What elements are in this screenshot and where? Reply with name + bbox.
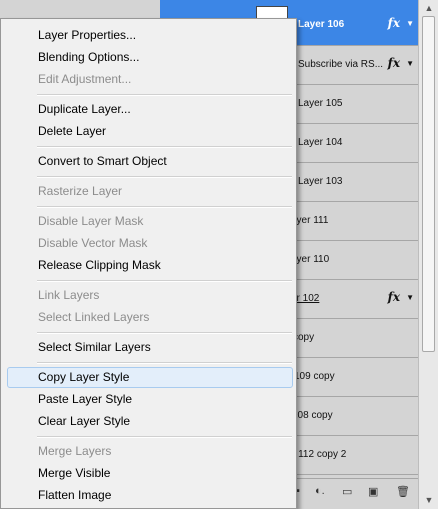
menu-separator (37, 362, 292, 364)
menu-item-convert-smart-object[interactable]: Convert to Smart Object (7, 151, 293, 172)
scroll-up-arrow[interactable]: ▲ (422, 1, 436, 15)
layer-name: Layer 105 (298, 98, 343, 109)
menu-separator (37, 146, 292, 148)
menu-item-duplicate-layer[interactable]: Duplicate Layer... (7, 99, 293, 120)
menu-item-disable-layer-mask: Disable Layer Mask (38, 214, 144, 228)
menu-item-select-linked-layers: Select Linked Layers (38, 310, 150, 324)
menu-separator (37, 176, 292, 178)
fx-dropdown-arrow[interactable]: ▼ (406, 59, 414, 68)
layer-name: Layer 104 (298, 137, 343, 148)
layers-scrollbar[interactable]: ▲ ▼ (418, 0, 438, 509)
menu-item-disable-vector-mask: Disable Vector Mask (38, 236, 148, 250)
layer-context-menu: Layer Properties... Blending Options... … (0, 18, 297, 509)
scroll-thumb[interactable] (422, 16, 435, 352)
menu-item-flatten-image[interactable]: Flatten Image (7, 485, 293, 506)
layer-name: Subscribe via RS... (298, 59, 384, 70)
adjustment-icon[interactable]: ◐. (315, 485, 325, 497)
fx-icon[interactable]: fx (388, 56, 400, 70)
new-layer-icon[interactable]: ▣ (368, 485, 378, 498)
fx-icon[interactable]: fx (388, 290, 400, 304)
menu-separator (37, 280, 292, 282)
menu-item-rasterize-layer: Rasterize Layer (38, 184, 123, 198)
layer-name: Layer 103 (298, 176, 343, 187)
folder-icon[interactable]: ▭ (342, 485, 352, 498)
menu-item-blending-options[interactable]: Blending Options... (7, 47, 293, 68)
layer-name: Layer 106 (298, 19, 345, 30)
layer-name: 109 copy (294, 371, 335, 382)
menu-item-merge-layers: Merge Layers (38, 444, 112, 458)
menu-separator (37, 94, 292, 96)
fx-dropdown-arrow[interactable]: ▼ (406, 293, 414, 302)
menu-separator (37, 206, 292, 208)
menu-item-copy-layer-style[interactable]: Copy Layer Style (7, 367, 293, 388)
fx-icon[interactable]: fx (388, 16, 400, 30)
menu-item-delete-layer[interactable]: Delete Layer (7, 121, 293, 142)
layer-name: r 112 copy 2 (292, 449, 347, 460)
scroll-down-arrow[interactable]: ▼ (422, 493, 436, 507)
menu-item-edit-adjustment: Edit Adjustment... (38, 72, 132, 86)
menu-item-link-layers: Link Layers (38, 288, 100, 302)
menu-separator (37, 332, 292, 334)
fx-dropdown-arrow[interactable]: ▼ (406, 19, 414, 28)
menu-separator (37, 436, 292, 438)
menu-item-paste-layer-style[interactable]: Paste Layer Style (7, 389, 293, 410)
trash-icon[interactable]: 🗑 (396, 485, 410, 498)
menu-item-select-similar-layers[interactable]: Select Similar Layers (7, 337, 293, 358)
menu-item-merge-visible[interactable]: Merge Visible (7, 463, 293, 484)
menu-item-release-clipping-mask[interactable]: Release Clipping Mask (7, 255, 293, 276)
menu-item-layer-properties[interactable]: Layer Properties... (7, 25, 293, 46)
menu-item-clear-layer-style[interactable]: Clear Layer Style (7, 411, 293, 432)
layer-name: 108 copy (292, 410, 333, 421)
